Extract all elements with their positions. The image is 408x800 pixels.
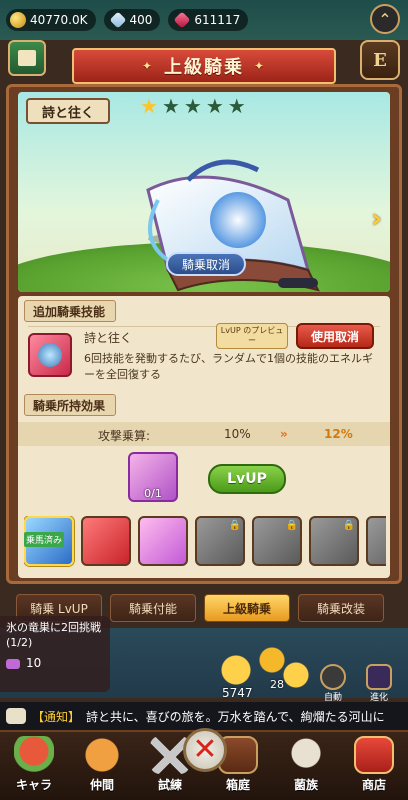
close-icon[interactable]: ✕ — [183, 728, 227, 772]
e-badge-icon[interactable]: E — [360, 40, 400, 80]
nav-item-5[interactable]: 商店 — [340, 732, 408, 800]
gold-value: 5747 — [222, 686, 253, 700]
mount-scene: 詩と往く ★ ★ ★ ★ ★ › 騎乗取消 — [18, 92, 390, 292]
notice-tag: 【通知】 — [32, 709, 81, 724]
chat-icon[interactable] — [6, 708, 26, 724]
cancel-ride-label: 騎乗取消 — [182, 257, 231, 272]
auto-button[interactable]: 自動 — [318, 664, 348, 703]
coin-counter[interactable]: 40770.0K — [6, 9, 96, 31]
nav-label: 箱庭 — [225, 778, 250, 792]
chevron-up-icon: ⌃ — [378, 9, 392, 29]
cancel-ride-button[interactable]: 騎乗取消 — [166, 252, 247, 276]
lock-icon: 🔒 — [228, 520, 241, 531]
star-icon: ★ — [183, 94, 202, 118]
skull-icon — [286, 736, 326, 774]
page-title-text: 上級騎乗 — [164, 57, 244, 78]
gold-pile — [200, 640, 320, 690]
gem-counter[interactable]: 400 — [103, 9, 161, 31]
page-title: ✦ 上級騎乗 ✦ — [72, 48, 336, 84]
mount-name-tag: 詩と往く — [26, 98, 111, 124]
star-rating: ★ ★ ★ ★ ★ — [140, 94, 250, 118]
mount-slot[interactable] — [138, 516, 188, 566]
stat-label: 攻撃乗算: — [98, 429, 151, 443]
level-value: 28 — [270, 678, 284, 691]
star-icon: ★ — [140, 94, 158, 118]
tab-2[interactable]: 上級騎乗 — [204, 594, 290, 622]
nav-label: 試練 — [157, 778, 182, 792]
star-icon: ★ — [205, 94, 224, 118]
ruby-counter[interactable]: 611117 — [168, 9, 249, 31]
diamond-icon — [109, 11, 126, 29]
star-icon: ★ — [161, 94, 180, 118]
item-count: 0/1 — [144, 487, 162, 500]
quest-panel[interactable]: 氷の竜巣に2回挑戦(1/2) 10 — [0, 616, 110, 692]
mount-list: 乗馬済み 🔒 🔒 🔒 🔒 — [24, 516, 386, 568]
info-panel: 追加騎乗技能 詩と往く LvUP のプレビュー 使用取消 6回技能を発動するたび… — [18, 296, 390, 578]
hold-section-heading: 騎乗所持効果 — [24, 394, 117, 416]
notice-text: 詩と共に、喜びの旅を。万水を踏んで、絢爛たる河山に — [86, 709, 385, 724]
lvup-button[interactable]: LvUP — [208, 464, 286, 494]
mount-slot[interactable] — [81, 516, 131, 566]
quest-count: 10 — [26, 656, 42, 670]
stat-current: 10% — [224, 427, 251, 441]
mount-slot[interactable]: 🔒 — [252, 516, 302, 566]
skill-section-heading-text: 追加騎乗技能 — [33, 304, 106, 319]
nav-item-1[interactable]: 仲間 — [68, 732, 136, 800]
mount-name: 詩と往く — [42, 105, 95, 121]
coin-icon — [10, 12, 26, 28]
collapse-button[interactable]: ⌃ — [370, 4, 400, 34]
star-deco-icon: ✦ — [141, 59, 154, 73]
evolve-button[interactable]: 進化 — [362, 664, 396, 703]
skill-description: 6回技能を発動するたび、ランダムで1個の技能のエネルギーを全回復する — [84, 352, 373, 381]
lock-icon: 🔒 — [285, 520, 298, 531]
use-cancel-button[interactable]: 使用取消 — [296, 323, 374, 349]
stat-row: 攻撃乗算: 10% » 12% — [18, 422, 390, 446]
lvup-material-item[interactable]: 0/1 — [128, 452, 178, 502]
mount-slot[interactable]: 乗馬済み — [24, 516, 74, 566]
tab-1[interactable]: 騎乗付能 — [110, 594, 196, 622]
nav-label: 菌族 — [293, 778, 318, 792]
character-icon — [14, 736, 54, 774]
quest-text: 氷の竜巣に2回挑戦(1/2) — [6, 621, 101, 649]
skill-icon[interactable] — [28, 333, 72, 377]
notice-bar[interactable]: 【通知】 詩と共に、喜びの旅を。万水を踏んで、絢爛たる河山に — [0, 702, 408, 730]
evolve-icon — [366, 664, 392, 690]
mount-slot[interactable]: 🔒 — [309, 516, 359, 566]
hold-section-heading-text: 騎乗所持効果 — [33, 398, 106, 413]
skill-section-heading: 追加騎乗技能 — [24, 300, 117, 322]
tab-3[interactable]: 騎乗改装 — [298, 594, 384, 622]
nav-item-0[interactable]: キャラ — [0, 732, 68, 800]
quest-counter: 10 — [6, 656, 104, 671]
paw-icon — [82, 736, 122, 774]
mount-slot[interactable]: 🔒 — [195, 516, 245, 566]
stat-arrow-icon: » — [280, 427, 288, 441]
riding-badge: 乗馬済み — [24, 532, 65, 547]
resource-bar: 40770.0K 400 611117 — [0, 0, 408, 40]
mount-slot[interactable]: 🔒 — [366, 516, 386, 566]
lvup-preview-button[interactable]: LvUP のプレビュー — [216, 323, 288, 349]
book-button[interactable] — [8, 40, 46, 76]
nav-label: 商店 — [361, 778, 386, 792]
ruby-value: 611117 — [194, 13, 241, 27]
next-arrow-icon[interactable]: › — [371, 204, 382, 234]
shop-icon — [354, 736, 394, 774]
skill-box: 詩と往く LvUP のプレビュー 使用取消 6回技能を発動するたび、ランダムで1… — [28, 323, 380, 384]
gem-value: 400 — [129, 13, 153, 27]
coin-value: 40770.0K — [30, 13, 88, 27]
skill-name: 詩と往く — [84, 331, 133, 345]
ticket-icon — [6, 658, 20, 669]
ruby-icon — [173, 11, 191, 29]
nav-label: キャラ — [15, 778, 52, 792]
nav-label: 仲間 — [89, 778, 114, 792]
lock-icon: 🔒 — [342, 520, 355, 531]
stat-next: 12% — [324, 427, 353, 441]
star-icon: ★ — [227, 94, 246, 118]
nav-item-4[interactable]: 菌族 — [272, 732, 340, 800]
auto-icon — [320, 664, 346, 690]
star-deco-icon: ✦ — [254, 59, 267, 73]
